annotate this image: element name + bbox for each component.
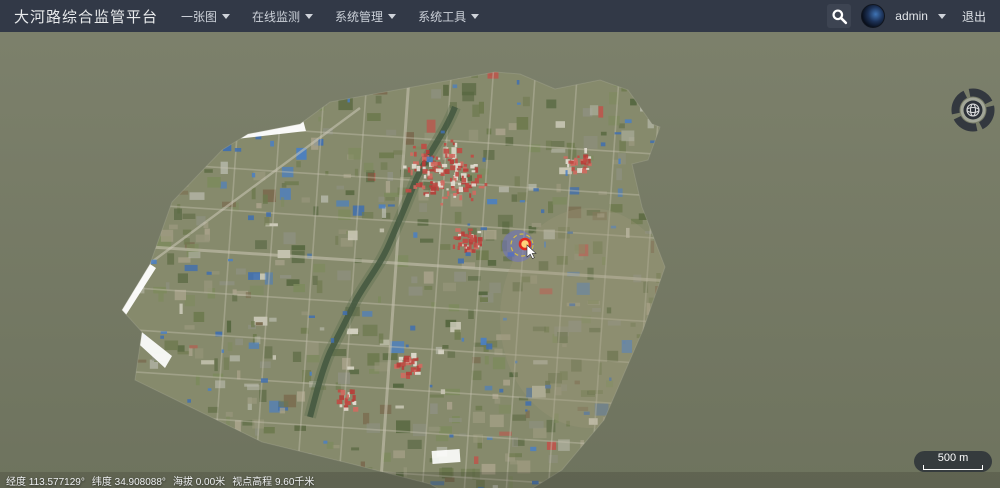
user-menu[interactable]: admin <box>895 9 946 23</box>
map-viewport[interactable]: 500 m 经度 113.577129° 纬度 34.908088° 海拔 0.… <box>0 32 1000 488</box>
app-title: 大河路综合监管平台 <box>0 6 158 27</box>
coordinates-statusbar: 经度 113.577129° 纬度 34.908088° 海拔 0.00米 视点… <box>0 472 1000 488</box>
location-marker[interactable] <box>502 230 534 262</box>
app-window: 大河路综合监管平台 一张图 在线监测 系统管理 系统工具 <box>0 0 1000 488</box>
latitude-readout: 纬度 34.908088° <box>92 473 166 488</box>
main-menu: 一张图 在线监测 系统管理 系统工具 <box>170 0 490 32</box>
view-height-readout: 视点高程 9.60千米 <box>232 473 314 488</box>
chevron-down-icon <box>938 14 946 19</box>
chevron-down-icon <box>388 14 396 19</box>
menu-item-one-map[interactable]: 一张图 <box>170 0 241 32</box>
compass-center <box>964 101 983 120</box>
menu-item-system-management[interactable]: 系统管理 <box>324 0 407 32</box>
search-icon <box>831 8 848 25</box>
top-navbar: 大河路综合监管平台 一张图 在线监测 系统管理 系统工具 <box>0 0 1000 32</box>
chevron-down-icon <box>471 14 479 19</box>
menu-item-system-tools[interactable]: 系统工具 <box>407 0 490 32</box>
user-avatar[interactable] <box>861 4 885 28</box>
scale-label: 500 m <box>938 453 969 464</box>
orthophoto-3d-model[interactable] <box>110 68 680 488</box>
search-button[interactable] <box>827 4 851 28</box>
menu-item-online-monitoring[interactable]: 在线监测 <box>241 0 324 32</box>
chevron-down-icon <box>222 14 230 19</box>
longitude-readout: 经度 113.577129° <box>6 473 85 488</box>
chevron-down-icon <box>305 14 313 19</box>
header-right: admin 退出 <box>827 4 1000 28</box>
logout-button[interactable]: 退出 <box>962 8 986 25</box>
scale-bar: 500 m <box>914 451 992 472</box>
compass-navigation-widget[interactable] <box>951 88 995 132</box>
altitude-readout: 海拔 0.00米 <box>173 473 225 488</box>
scale-rule <box>923 465 983 470</box>
